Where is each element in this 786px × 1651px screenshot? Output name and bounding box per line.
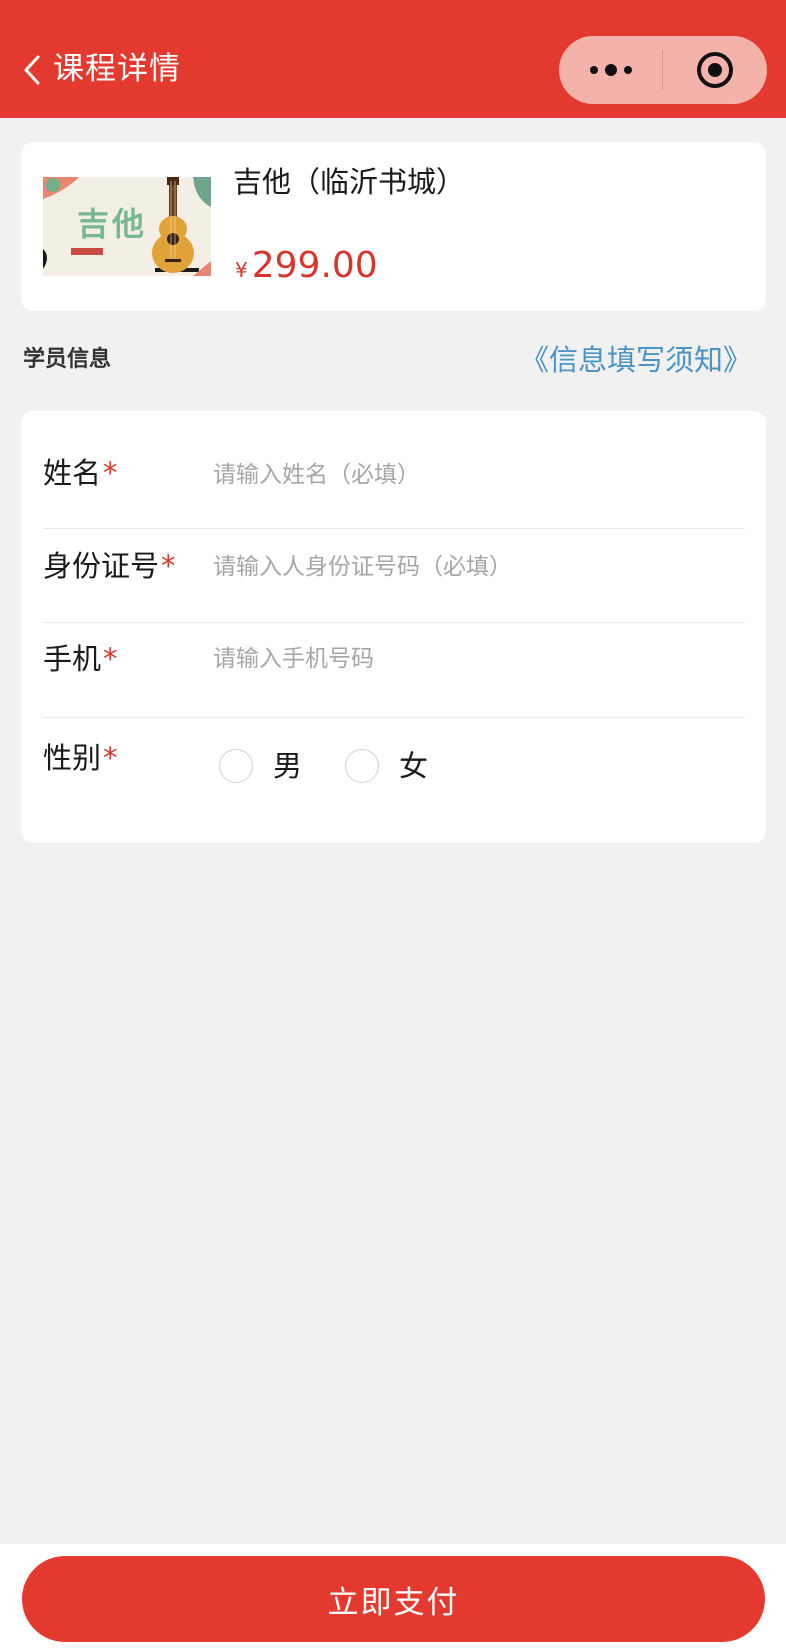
form-row-id-number: 身份证号* <box>43 529 745 623</box>
course-title: 吉他（临沂书城） <box>233 165 466 199</box>
course-card[interactable]: 吉他 吉他（临沂书城） ¥299.00 <box>21 142 766 311</box>
bottom-action-bar: 立即支付 <box>0 1544 786 1651</box>
more-button[interactable] <box>559 36 662 104</box>
required-mark: * <box>103 642 118 676</box>
target-circle-icon <box>697 52 733 88</box>
more-dots-icon <box>589 64 632 76</box>
id-number-input[interactable] <box>213 547 733 587</box>
field-label-text: 身份证号 <box>43 549 160 583</box>
field-label-name: 姓名* <box>43 453 118 493</box>
field-label-phone: 手机* <box>43 639 118 679</box>
required-mark: * <box>103 456 118 490</box>
info-notice-link[interactable]: 《信息填写须知》 <box>520 340 752 380</box>
form-row-phone: 手机* <box>43 623 745 718</box>
gender-option-male[interactable]: 男 <box>219 746 302 786</box>
required-mark: * <box>103 741 118 775</box>
phone-input[interactable] <box>213 639 733 679</box>
course-price: ¥299.00 <box>235 244 378 294</box>
mini-program-capsule <box>559 36 767 104</box>
back-button[interactable] <box>20 50 44 90</box>
thumbnail-tag <box>71 248 103 255</box>
navigation-bar: 课程详情 <box>0 0 786 118</box>
radio-circle-icon[interactable] <box>219 749 253 783</box>
radio-circle-icon[interactable] <box>345 749 379 783</box>
chevron-left-icon <box>24 55 40 85</box>
radio-label-female: 女 <box>399 749 429 783</box>
name-input[interactable] <box>213 455 733 495</box>
currency-symbol: ¥ <box>235 258 248 282</box>
pay-now-button[interactable]: 立即支付 <box>22 1556 765 1642</box>
course-thumbnail: 吉他 <box>43 177 211 276</box>
field-label-text: 性别 <box>43 741 102 775</box>
page-title: 课程详情 <box>53 51 181 87</box>
required-mark: * <box>161 549 176 583</box>
guitar-icon <box>152 177 194 273</box>
field-label-text: 手机 <box>43 642 102 676</box>
price-value: 299.00 <box>251 245 378 286</box>
field-label-gender: 性别* <box>43 738 118 778</box>
form-row-gender: 性别* 男 女 <box>43 718 745 843</box>
form-row-name: 姓名* <box>43 411 745 529</box>
student-info-heading: 学员信息 <box>23 347 112 372</box>
student-info-form: 姓名* 身份证号* 手机* 性别* 男 女 <box>21 411 766 843</box>
gender-option-female[interactable]: 女 <box>345 746 428 786</box>
thumbnail-title: 吉他 <box>77 205 148 243</box>
radio-label-male: 男 <box>273 749 303 783</box>
field-label-text: 姓名 <box>43 456 102 490</box>
close-button[interactable] <box>663 36 767 104</box>
field-label-id-number: 身份证号* <box>43 546 176 586</box>
